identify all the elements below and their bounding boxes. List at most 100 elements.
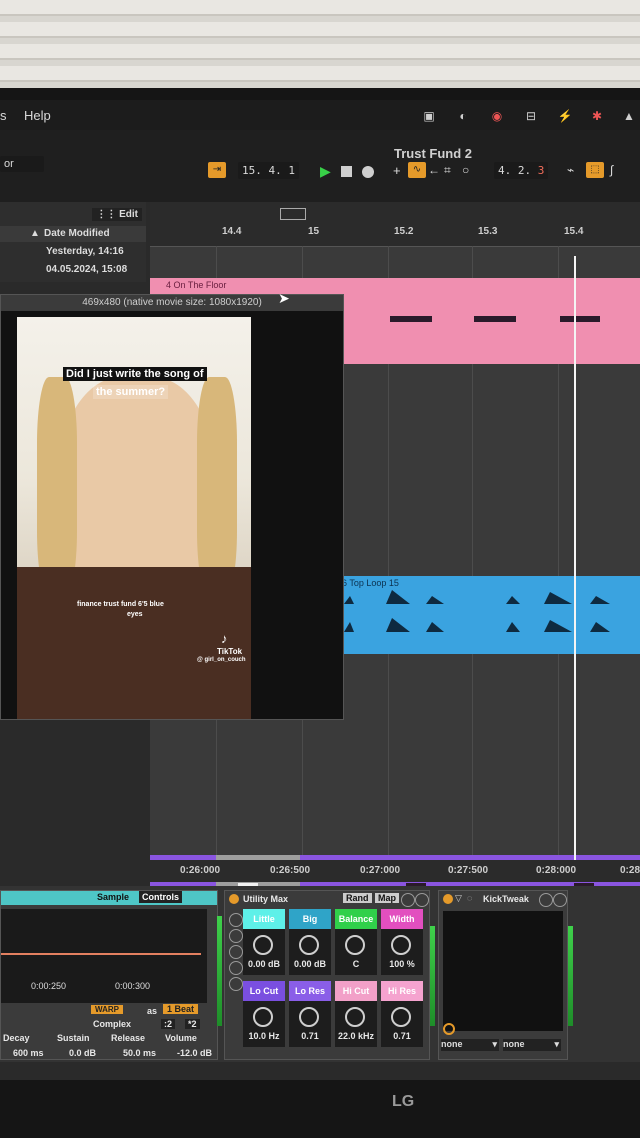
save-icon[interactable] bbox=[553, 893, 567, 907]
lightning-icon[interactable]: ⚡ bbox=[556, 108, 574, 124]
selector-dropdown[interactable]: or bbox=[0, 156, 44, 172]
knob-big[interactable]: Big 0.00 dB bbox=[289, 909, 331, 975]
edit-icon[interactable] bbox=[539, 893, 553, 907]
save-icon[interactable] bbox=[415, 893, 429, 907]
warning-icon[interactable]: ▲ bbox=[620, 108, 638, 124]
playhead[interactable] bbox=[574, 256, 576, 882]
level-meter bbox=[568, 926, 573, 1026]
warp-beat-field[interactable]: 1 Beat bbox=[163, 1004, 199, 1014]
utility-max-device: Utility Max Rand Map Little 0.00 dB Big 0.… bbox=[224, 890, 430, 1060]
video-window-title[interactable]: 469x480 (native movie size: 1080x1920) bbox=[1, 295, 343, 311]
list-item[interactable]: 04.05.2024, 15:08 bbox=[46, 264, 127, 275]
automation-icon[interactable]: ∿ bbox=[408, 162, 426, 178]
device-power-icon[interactable] bbox=[229, 894, 239, 904]
tiktok-handle: @ girl_on_couch bbox=[197, 657, 246, 663]
sampler-device: Sample Controls 0:00:250 0:00:300 WARP a… bbox=[0, 890, 218, 1060]
release-value[interactable]: 50.0 ms bbox=[123, 1048, 156, 1058]
hotswap-icon[interactable]: ◌ bbox=[467, 893, 472, 903]
decay-value[interactable]: 600 ms bbox=[13, 1048, 44, 1058]
play-icon[interactable]: ▶ bbox=[320, 163, 331, 180]
record-button-icon[interactable] bbox=[362, 166, 374, 178]
stop-icon[interactable] bbox=[341, 166, 352, 177]
device-power-icon[interactable] bbox=[443, 894, 453, 904]
tab-sample[interactable]: Sample bbox=[97, 892, 129, 902]
sustain-value[interactable]: 0.0 dB bbox=[69, 1048, 96, 1058]
menu-item-edit[interactable]: s bbox=[0, 108, 7, 123]
draw-mode-icon[interactable]: ∫ bbox=[610, 163, 613, 177]
record-icon[interactable]: ◉ bbox=[488, 108, 506, 124]
cpu-icon[interactable]: ◐ bbox=[454, 108, 472, 124]
song-position[interactable]: 15. 4. 1 bbox=[238, 162, 299, 179]
volume-value[interactable]: -12.0 dB bbox=[177, 1048, 212, 1058]
mouse-cursor-icon: ➤ bbox=[278, 290, 290, 306]
back-icon[interactable]: ← bbox=[428, 163, 440, 177]
column-date-modified[interactable]: Date Modified bbox=[44, 228, 110, 239]
snapshot-icon[interactable] bbox=[229, 961, 243, 975]
knob-width[interactable]: Width 100 % bbox=[381, 909, 423, 975]
list-item[interactable]: Yesterday, 14:16 bbox=[46, 246, 124, 257]
macro-icon[interactable] bbox=[229, 913, 243, 927]
knob-lo-cut[interactable]: Lo Cut 10.0 Hz bbox=[243, 981, 285, 1047]
menu-bar: s Help ▣ ◐ ◉ ⊟ ⚡ ✱ ▲ bbox=[0, 100, 640, 130]
time-label: 0:27:500 bbox=[448, 865, 489, 876]
fold-icon[interactable]: ▽ bbox=[455, 893, 462, 904]
map-button[interactable]: Map bbox=[375, 893, 399, 903]
monitor: s Help ▣ ◐ ◉ ⊟ ⚡ ✱ ▲ or ⇥ 15. 4. 1 ▶ + ∿… bbox=[0, 88, 640, 1138]
loop-toggle-icon[interactable]: ⬚ bbox=[586, 162, 604, 178]
half-button[interactable]: :2 bbox=[161, 1019, 176, 1029]
sample-line bbox=[1, 953, 201, 955]
hair-right bbox=[197, 377, 237, 597]
remove-icon[interactable] bbox=[229, 945, 243, 959]
release-label: Release bbox=[111, 1033, 146, 1043]
knob-hi-cut[interactable]: Hi Cut 22.0 kHz bbox=[335, 981, 377, 1047]
level-meter bbox=[430, 926, 435, 1026]
bug-icon[interactable]: ✱ bbox=[588, 108, 606, 124]
sample-display[interactable]: 0:00:250 0:00:300 bbox=[1, 909, 207, 1003]
kick-select-2[interactable]: none ▾ bbox=[503, 1039, 561, 1051]
plugin-icon[interactable]: ▣ bbox=[420, 108, 438, 124]
knob-lo-res[interactable]: Lo Res 0.71 bbox=[289, 981, 331, 1047]
browser-header: ▲ Date Modified bbox=[0, 226, 146, 242]
loop-icon[interactable]: ○ bbox=[462, 163, 469, 177]
punch-icon[interactable]: ⌗ bbox=[444, 163, 451, 178]
handle-icon[interactable] bbox=[443, 1023, 455, 1035]
monitor-brand: LG bbox=[392, 1093, 415, 1110]
mixer-icon[interactable]: ⊟ bbox=[522, 108, 540, 124]
daw-screen: s Help ▣ ◐ ◉ ⊟ ⚡ ✱ ▲ or ⇥ 15. 4. 1 ▶ + ∿… bbox=[0, 100, 640, 1080]
time-label: 0:00:250 bbox=[31, 981, 67, 991]
add-icon[interactable] bbox=[229, 929, 243, 943]
loop-length[interactable]: 4. 2. 3 bbox=[494, 162, 549, 179]
time-label: 0:26:500 bbox=[270, 865, 311, 876]
knob-little[interactable]: Little 0.00 dB bbox=[243, 909, 285, 975]
time-label: 0:27:000 bbox=[360, 865, 401, 876]
list-icon[interactable] bbox=[229, 977, 243, 991]
follow-button[interactable]: ⇥ bbox=[208, 162, 226, 178]
device-title: Utility Max bbox=[243, 894, 289, 904]
edit-button[interactable]: ⋮⋮ Edit bbox=[92, 208, 142, 221]
warp-button[interactable]: WARP bbox=[91, 1005, 123, 1014]
ruler-label: 14.4 bbox=[222, 226, 242, 237]
kicktweak-device: ▽ ◌ KickTweak none ▾ none ▾ bbox=[438, 890, 568, 1060]
warp-mode-select[interactable]: Complex bbox=[93, 1019, 131, 1029]
kick-select-1[interactable]: none ▾ bbox=[441, 1039, 499, 1051]
curve-icon[interactable]: ⌁ bbox=[567, 163, 574, 177]
time-ruler[interactable]: 0:26:000 0:26:500 0:27:000 0:27:500 0:28… bbox=[150, 860, 640, 882]
knob-balance[interactable]: Balance C bbox=[335, 909, 377, 975]
volume-label: Volume bbox=[165, 1033, 197, 1043]
beat-ruler[interactable]: 14.4 15 15.2 15.3 15.4 bbox=[150, 202, 640, 247]
tiktok-logo-icon: ♪ bbox=[221, 631, 228, 646]
ruler-label: 15.3 bbox=[478, 226, 498, 237]
overview-handle[interactable] bbox=[280, 208, 306, 220]
add-icon[interactable]: + bbox=[393, 163, 401, 178]
video-window[interactable]: 469x480 (native movie size: 1080x1920) D… bbox=[0, 294, 344, 720]
tab-controls[interactable]: Controls bbox=[139, 891, 182, 903]
edit-icon[interactable] bbox=[401, 893, 415, 907]
menu-item-help[interactable]: Help bbox=[24, 108, 51, 123]
time-label: 0:28:000 bbox=[536, 865, 577, 876]
rand-button[interactable]: Rand bbox=[343, 893, 372, 903]
audio-clip-top-loop[interactable]: 6 Top Loop 15 bbox=[340, 576, 640, 654]
kick-display[interactable] bbox=[443, 911, 563, 1031]
hair-left bbox=[37, 377, 77, 597]
double-button[interactable]: *2 bbox=[185, 1019, 200, 1029]
knob-hi-res[interactable]: Hi Res 0.71 bbox=[381, 981, 423, 1047]
